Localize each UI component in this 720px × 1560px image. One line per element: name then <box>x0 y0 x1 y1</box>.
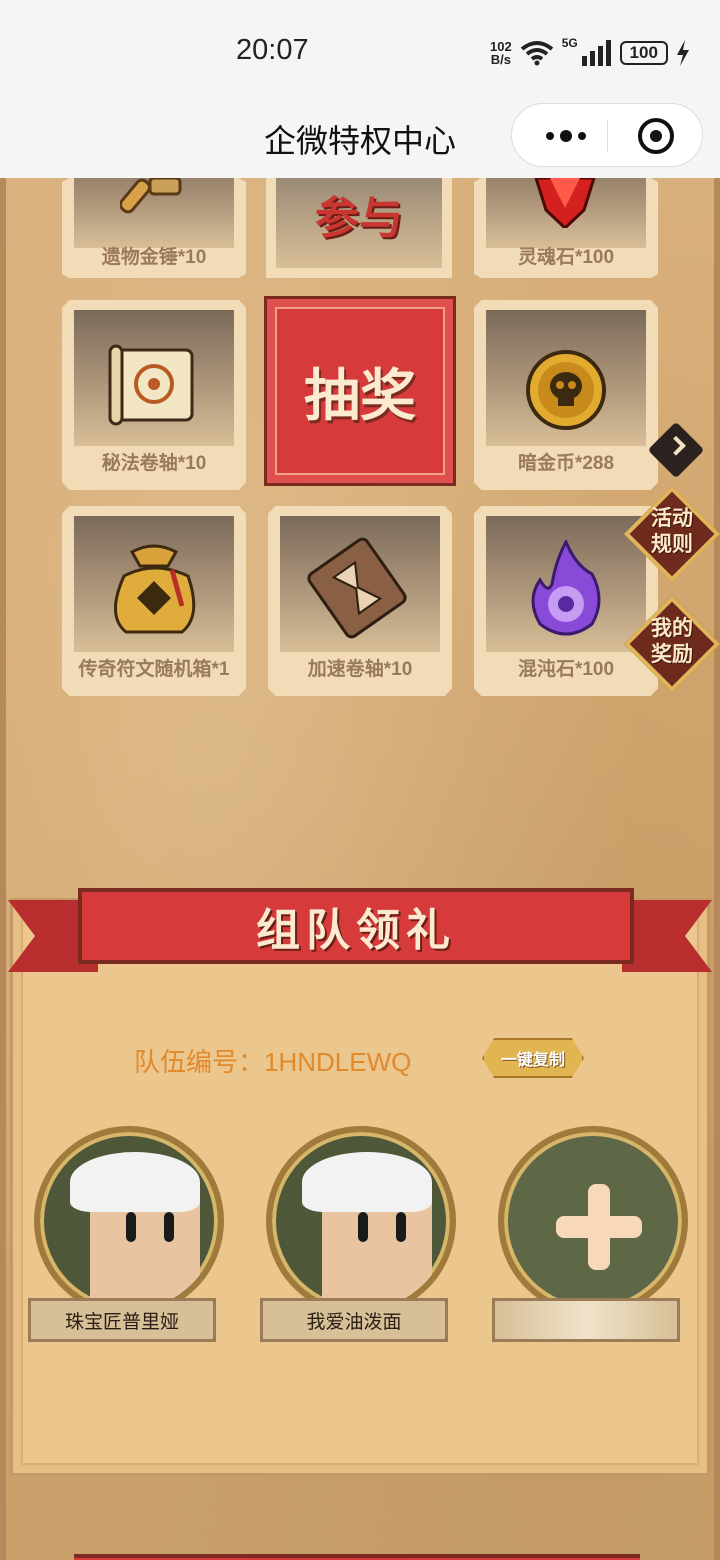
team-member-2: 我爱油泼面 <box>260 1126 456 1352</box>
activity-rules-line1: 活动 <box>651 507 693 530</box>
prize-label: 遗物金锤*10 <box>101 247 207 268</box>
prize-cell-gold-hammer: 遗物金锤*10 <box>62 178 246 278</box>
member-name: 珠宝匠普里娅 <box>28 1298 216 1342</box>
capsule-divider <box>607 120 608 152</box>
status-icons: 102 B/s 5G 100 <box>490 36 690 70</box>
empty-slot-name <box>492 1298 680 1342</box>
close-mini-program-icon[interactable] <box>638 118 674 154</box>
wifi-icon <box>520 41 553 66</box>
plus-icon <box>498 1126 688 1316</box>
prize-label: 加速卷轴*10 <box>307 659 413 680</box>
activity-rules-line2: 规则 <box>651 533 693 556</box>
activity-rules-button[interactable]: 活动 规则 <box>623 485 720 583</box>
prize-cell-rune-bag: 传奇符文随机箱*1 <box>62 506 246 696</box>
main-content: 遗物金锤*10 参与 灵魂石*100 秘法卷轴*10 抽奖 暗金币*288 传奇… <box>0 178 720 1560</box>
gold-hammer-icon <box>120 178 182 214</box>
prize-cell-soul-stone: 灵魂石*100 <box>474 178 658 278</box>
team-banner-title: 组队领礼 <box>78 888 634 964</box>
net-speed-unit: B/s <box>490 52 511 67</box>
right-border <box>714 178 720 1560</box>
join-text: 参与 <box>315 194 403 243</box>
add-member-button[interactable] <box>492 1126 688 1352</box>
rune-bag-icon <box>114 544 196 634</box>
charging-icon <box>676 40 689 66</box>
red-gem-icon <box>533 178 597 228</box>
purple-flame-icon <box>531 540 601 636</box>
my-rewards-button[interactable]: 我的 奖励 <box>623 595 720 693</box>
prize-cell-skull-coin: 暗金币*288 <box>474 300 658 490</box>
net-speed: 102 B/s <box>490 40 512 66</box>
draw-button[interactable]: 抽奖 <box>264 296 456 486</box>
skull-coin-icon <box>526 350 606 430</box>
avatar <box>34 1126 224 1316</box>
join-cell: 参与 <box>266 178 452 278</box>
prize-cell-scroll: 秘法卷轴*10 <box>62 300 246 490</box>
signal-icon <box>581 40 611 66</box>
avatar <box>266 1126 456 1316</box>
my-rewards-line1: 我的 <box>651 617 693 640</box>
next-section-banner <box>74 1554 640 1560</box>
title-bar: 企微特权中心 <box>0 100 720 178</box>
more-icon[interactable] <box>536 104 596 168</box>
left-border <box>0 178 6 1560</box>
team-id: 队伍编号：1HNDLEWQ <box>134 1047 412 1077</box>
mini-program-capsule <box>511 103 703 167</box>
network-type: 5G <box>561 36 578 50</box>
battery-icon: 100 <box>619 41 668 65</box>
prize-label: 暗金币*288 <box>517 453 615 474</box>
status-time: 20:07 <box>236 34 309 66</box>
prize-label: 秘法卷轴*10 <box>101 453 207 474</box>
status-bar: 20:07 102 B/s 5G 100 <box>0 0 720 100</box>
my-rewards-line2: 奖励 <box>651 643 693 666</box>
member-name: 我爱油泼面 <box>260 1298 448 1342</box>
scroll-icon <box>108 344 194 426</box>
copy-team-id-button[interactable]: 一键复制 <box>482 1038 584 1078</box>
prize-cell-hourglass-scroll: 加速卷轴*10 <box>268 506 452 696</box>
hourglass-scroll-icon <box>307 537 407 639</box>
prize-label: 灵魂石*100 <box>517 247 615 268</box>
prize-label: 传奇符文随机箱*1 <box>78 659 230 680</box>
team-member-1: 珠宝匠普里娅 <box>28 1126 224 1352</box>
